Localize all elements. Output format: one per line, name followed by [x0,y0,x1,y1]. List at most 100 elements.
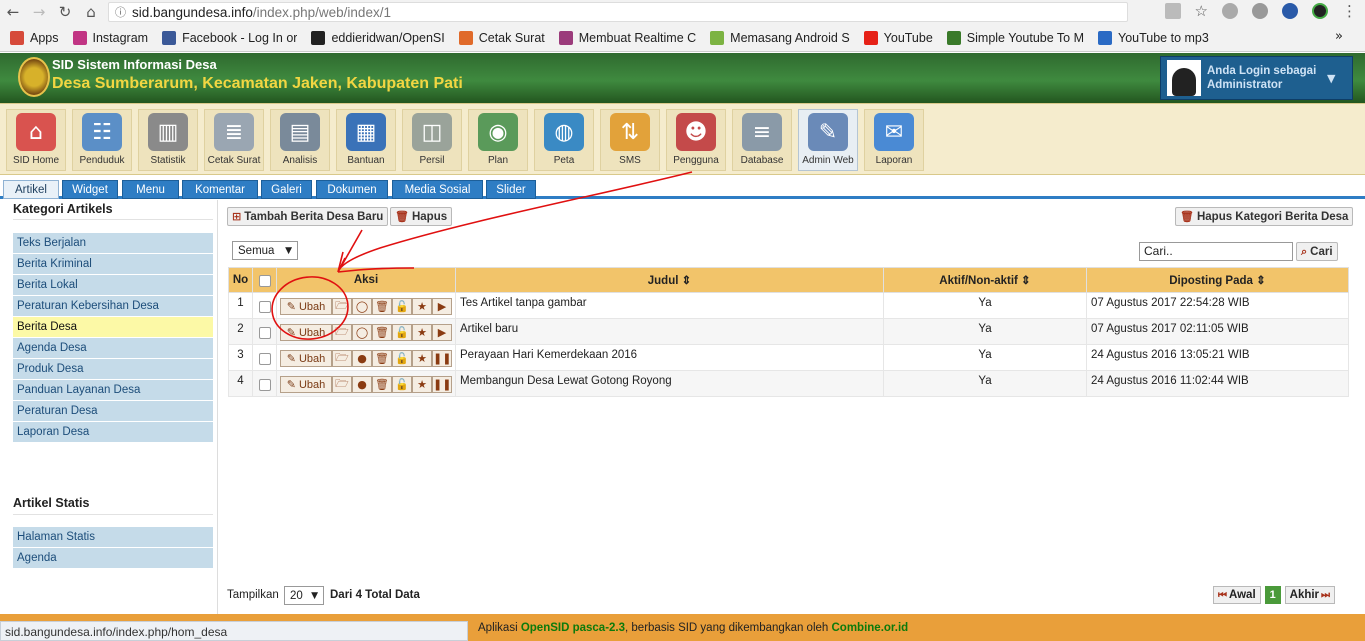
delete-button[interactable]: 🗑 Hapus [390,207,453,226]
module-analisis[interactable]: ▤ Analisis [270,109,330,171]
module-sms[interactable]: ⇅ SMS [600,109,660,171]
tab-dokumen[interactable]: Dokumen [316,180,388,199]
row-checkbox[interactable] [258,327,271,339]
user-menu[interactable]: Anda Login sebagai Administrator ▼ [1160,56,1353,100]
address-bar[interactable]: ⓘ sid.bangundesa.info/index.php/web/inde… [108,2,1128,22]
sidebar-item-produk-desa[interactable]: Produk Desa [13,359,213,380]
edit-button[interactable]: ✎ Ubah [280,298,332,315]
trash-icon[interactable]: 🗑 [372,376,392,393]
bookmark-item[interactable]: Simple Youtube To M [946,30,1084,45]
module-admin-web[interactable]: ✎ Admin Web [798,109,858,171]
bookmark-item[interactable]: eddieridwan/OpenSI [311,30,445,45]
play-icon[interactable]: ▶ [432,324,452,341]
tab-widget[interactable]: Widget [62,180,118,199]
back-icon[interactable]: ← [0,2,26,22]
module-persil[interactable]: ◫ Persil [402,109,462,171]
edit-button[interactable]: ✎ Ubah [280,350,332,367]
status-filter-select[interactable]: Semua ▼ [232,241,298,260]
last-page-button[interactable]: Akhir ⏭ [1284,586,1336,604]
star-icon[interactable]: ★ [412,350,432,367]
cell-judul[interactable]: Tes Artikel tanpa gambar [455,292,884,319]
sidebar-item-panduan-layanan-desa[interactable]: Panduan Layanan Desa [13,380,213,401]
module-penduduk[interactable]: ☷ Penduduk [72,109,132,171]
cell-judul[interactable]: Perayaan Hari Kemerdekaan 2016 [455,344,884,371]
tab-galeri[interactable]: Galeri [261,180,312,199]
home-browser-icon[interactable]: ⌂ [78,2,104,22]
comment-icon[interactable]: ◯ [352,324,372,341]
lock-icon[interactable]: 🔓 [392,350,412,367]
footer-app[interactable]: OpenSID pasca-2.3 [521,622,625,634]
bookmark-item[interactable]: Apps [10,30,59,45]
comment-icon[interactable]: ◯ [352,298,372,315]
caret-down-icon[interactable]: ▼ [1327,72,1335,85]
folder-icon[interactable]: 🗁 [332,350,352,367]
add-article-button[interactable]: ⊞ Tambah Berita Desa Baru [227,207,389,226]
star-icon[interactable]: ★ [412,324,432,341]
sidebar-item-berita-desa[interactable]: Berita Desa [13,317,213,338]
folder-icon[interactable]: 🗁 [332,376,352,393]
bookmark-item[interactable]: Memasang Android S [710,30,850,45]
bookmark-item[interactable]: Instagram [72,30,148,45]
module-laporan[interactable]: ✉ Laporan [864,109,924,171]
cell-judul[interactable]: Membangun Desa Lewat Gotong Royong [455,370,884,397]
info-icon[interactable]: ⓘ [115,4,126,20]
module-sid-home[interactable]: ⌂ SID Home [6,109,66,171]
module-peta[interactable]: ◍ Peta [534,109,594,171]
tab-komentar[interactable]: Komentar [182,180,258,199]
reload-icon[interactable]: ↻ [52,2,78,22]
row-checkbox[interactable] [258,379,271,391]
module-statistik[interactable]: ▥ Statistik [138,109,198,171]
edit-button[interactable]: ✎ Ubah [280,324,332,341]
comment-icon[interactable]: ● [352,350,372,367]
trash-icon[interactable]: 🗑 [372,298,392,315]
play-icon[interactable]: ▶ [432,298,452,315]
sidebar-item-agenda[interactable]: Agenda [13,548,213,569]
tab-media-sosial[interactable]: Media Sosial [392,180,483,199]
row-checkbox[interactable] [258,353,271,365]
sidebar-item-berita-lokal[interactable]: Berita Lokal [13,275,213,296]
col-judul[interactable]: Judul ⇕ [455,267,884,293]
sidebar-item-teks-berjalan[interactable]: Teks Berjalan [13,233,213,254]
lock-icon[interactable]: 🔓 [392,376,412,393]
bookmark-item[interactable]: Facebook - Log In or [162,30,297,45]
star-icon[interactable]: ★ [412,376,432,393]
bookmark-item[interactable]: Membuat Realtime C [558,30,696,45]
page-number[interactable]: 1 [1264,586,1281,604]
trash-icon[interactable]: 🗑 [372,324,392,341]
extension-icon[interactable] [1282,3,1298,19]
per-page-select[interactable]: 20 ▼ [284,586,324,605]
sidebar-item-peraturan-kebersihan-desa[interactable]: Peraturan Kebersihan Desa [13,296,213,317]
lock-icon[interactable]: 🔓 [392,298,412,315]
col-aktif[interactable]: Aktif/Non-aktif ⇕ [883,267,1087,293]
extension-icon[interactable] [1252,3,1268,19]
menu-icon[interactable]: ⋮ [1342,2,1357,20]
module-bantuan[interactable]: ▦ Bantuan [336,109,396,171]
sidebar-item-laporan-desa[interactable]: Laporan Desa [13,422,213,443]
pause-icon[interactable]: ❚❚ [432,350,453,367]
folder-icon[interactable]: 🗁 [332,324,352,341]
folder-icon[interactable]: 🗁 [332,298,352,315]
forward-icon[interactable]: → [26,2,52,22]
tab-menu[interactable]: Menu [122,180,179,199]
module-plan[interactable]: ◉ Plan [468,109,528,171]
search-input[interactable]: Cari.. [1139,242,1293,261]
search-button[interactable]: ⌕ Cari [1296,242,1338,261]
extension-icon[interactable] [1312,3,1328,19]
row-checkbox[interactable] [258,301,271,313]
first-page-button[interactable]: ⏮ Awal [1213,586,1261,604]
module-database[interactable]: ≡ Database [732,109,792,171]
bookmark-item[interactable]: YouTube [863,30,933,45]
footer-org[interactable]: Combine.or.id [832,622,909,634]
sidebar-item-berita-kriminal[interactable]: Berita Kriminal [13,254,213,275]
delete-category-button[interactable]: 🗑 Hapus Kategori Berita Desa [1175,207,1354,226]
bookmarks-more-icon[interactable]: » [1335,29,1343,44]
translate-icon[interactable] [1164,3,1181,19]
bookmark-item[interactable]: YouTube to mp3 [1098,30,1209,45]
module-pengguna[interactable]: ☻ Pengguna [666,109,726,171]
pause-icon[interactable]: ❚❚ [432,376,453,393]
tab-slider[interactable]: Slider [486,180,536,199]
col-diposting[interactable]: Diposting Pada ⇕ [1086,267,1349,293]
sidebar-item-peraturan-desa[interactable]: Peraturan Desa [13,401,213,422]
select-all-checkbox[interactable] [258,274,271,287]
trash-icon[interactable]: 🗑 [372,350,392,367]
